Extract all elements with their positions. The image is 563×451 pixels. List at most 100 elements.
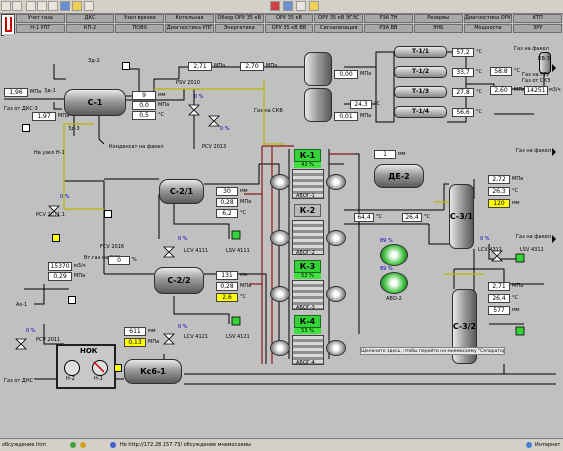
tag-zd3: Зд-3 <box>68 126 80 132</box>
note-to-h1: На узел Н-1 <box>34 150 65 156</box>
nav-button[interactable]: РЗА ВВ <box>364 24 413 33</box>
fan-icon[interactable] <box>326 174 346 190</box>
nav-button[interactable]: Энергетика <box>214 24 264 33</box>
vessel-c31[interactable]: С-3/1 <box>449 184 474 249</box>
tank-t11[interactable]: Т-1/1 <box>394 46 447 58</box>
indicator-icon[interactable] <box>52 234 60 242</box>
tank-t12[interactable]: Т-1/2 <box>394 66 447 78</box>
nav-button[interactable]: Н-1 УПГ <box>16 24 65 33</box>
v2-temp: 24,3 <box>350 100 372 109</box>
discuss-icon[interactable] <box>309 1 319 11</box>
unit: МПа <box>30 89 42 95</box>
fan-icon[interactable] <box>270 230 290 246</box>
vessel-c3-1[interactable] <box>304 52 332 86</box>
print-icon[interactable] <box>270 1 280 11</box>
back-button[interactable] <box>1 1 11 11</box>
nav-button[interactable]: Диагностика ОРУ <box>463 14 513 23</box>
refresh-button[interactable] <box>37 1 47 11</box>
home-button[interactable] <box>48 1 58 11</box>
indicator-icon[interactable] <box>122 62 130 70</box>
avo2-pct-2: 89 % <box>380 266 393 272</box>
tag-kv3: КВ-3 <box>538 56 550 62</box>
indicator-icon[interactable] <box>114 364 122 372</box>
vessel-c21[interactable]: С-2/1 <box>159 179 204 204</box>
vessel-c3-2[interactable] <box>304 88 332 122</box>
compressor-k4[interactable]: К-4 <box>294 315 321 328</box>
nav-button[interactable]: ЗРУ <box>513 24 562 33</box>
pump-h2-icon[interactable] <box>64 360 80 376</box>
nav-button[interactable]: ОРУ 35 кВ <box>264 14 314 23</box>
nav-button[interactable]: Учет газа <box>16 14 65 23</box>
nav-button[interactable]: ПОВХ <box>115 24 165 33</box>
nav-button[interactable]: ОРУ 35 кВ ЭГЭС <box>314 14 364 23</box>
compressor-k3[interactable]: К-3 <box>294 260 321 273</box>
avo2-fan-icon[interactable] <box>380 244 408 266</box>
kc61-level: 611 <box>124 327 146 336</box>
compressor-k2[interactable]: К-2 <box>294 204 321 217</box>
separator-link[interactable]: Щелкните здесь, чтобы перейти на мнемосх… <box>360 347 505 355</box>
nav-button[interactable]: Мощности <box>463 24 513 33</box>
nav-button[interactable]: КТП <box>513 14 562 23</box>
unit: °C <box>476 69 482 75</box>
tag-lsv4121: LSV 4121 <box>226 334 250 340</box>
lcv4111-pct: 0 % <box>178 236 188 242</box>
avog3-label: АВОГ-3 <box>296 305 315 311</box>
nav-button[interactable]: Сигнализация <box>314 24 364 33</box>
nav-button[interactable]: Узел врезки <box>115 14 165 23</box>
favorites-button[interactable] <box>72 1 82 11</box>
indicator-icon[interactable] <box>22 124 30 132</box>
tag-az1: Аз-1 <box>16 302 28 308</box>
nav-button[interactable]: РЗА ТН <box>364 14 413 23</box>
unit: МПа <box>214 63 226 69</box>
pump-h1-icon[interactable] <box>92 360 108 376</box>
search-button[interactable] <box>60 1 70 11</box>
unit: МПа <box>148 339 160 345</box>
avog1-label: АВОГ-1 <box>296 193 315 199</box>
nok-pump-group[interactable]: НОК Н-2 Н-1 <box>56 344 116 389</box>
vessel-c1[interactable]: С-1 <box>64 89 126 116</box>
mail-icon[interactable] <box>283 1 293 11</box>
indicator-icon[interactable] <box>68 296 76 304</box>
fan-icon[interactable] <box>326 286 346 302</box>
pump-h2-label: Н-2 <box>66 376 75 382</box>
nav-button[interactable]: Диагностика УПГ <box>165 24 214 33</box>
nav-button[interactable]: ДКС <box>65 14 115 23</box>
avo2-label: АВО-2 <box>386 296 402 302</box>
unit: °C <box>374 101 380 107</box>
unit: °C <box>476 109 482 115</box>
fan-icon[interactable] <box>270 286 290 302</box>
note-tail: Газ от ДНС <box>4 378 34 384</box>
indicator-icon[interactable] <box>104 210 112 218</box>
tag-lsv4111: LSV 4111 <box>226 248 250 254</box>
edit-icon[interactable] <box>296 1 306 11</box>
nav-button[interactable]: ОРУ 35 кВ ВВ <box>264 24 314 33</box>
forward-button[interactable] <box>12 1 22 11</box>
fan-icon[interactable] <box>326 340 346 356</box>
nav-button[interactable]: Резервы <box>413 14 463 23</box>
avo2-fan-icon[interactable] <box>380 272 408 294</box>
vessel-c22[interactable]: С-2/2 <box>154 267 204 294</box>
tank-t14[interactable]: Т-1/4 <box>394 106 447 118</box>
fan-icon[interactable] <box>270 340 290 356</box>
pcv2013-pct: 0 % <box>220 126 230 132</box>
nav-button[interactable]: ЭНБ <box>413 24 463 33</box>
nav-button[interactable]: КП-2 <box>65 24 115 33</box>
tank-t13[interactable]: Т-1/3 <box>394 86 447 98</box>
unit: МПа <box>74 273 86 279</box>
vessel-de2[interactable]: ДЕ-2 <box>374 164 424 188</box>
tag-pcv2013: PCV 2013 <box>202 144 227 150</box>
fan-icon[interactable] <box>270 174 290 190</box>
compressor-k1[interactable]: К-1 <box>294 149 321 162</box>
c31-pressure: 2,72 <box>488 175 510 184</box>
nav-button[interactable]: Обзор ОРУ 35 кВ <box>214 14 264 23</box>
nav-button[interactable]: Котельная <box>165 14 214 23</box>
zd1-pressure-1: 1,96 <box>4 88 28 97</box>
history-button[interactable] <box>84 1 94 11</box>
t12-temp: 33,7 <box>452 68 474 77</box>
fan-icon[interactable] <box>326 230 346 246</box>
kc61-pressure: 0,13 <box>124 338 146 347</box>
stop-button[interactable] <box>26 1 36 11</box>
unit: МПа <box>360 113 372 119</box>
status-left[interactable]: обсуждение.htm <box>2 441 46 449</box>
vessel-kc61[interactable]: Кс6-1 <box>124 359 182 384</box>
